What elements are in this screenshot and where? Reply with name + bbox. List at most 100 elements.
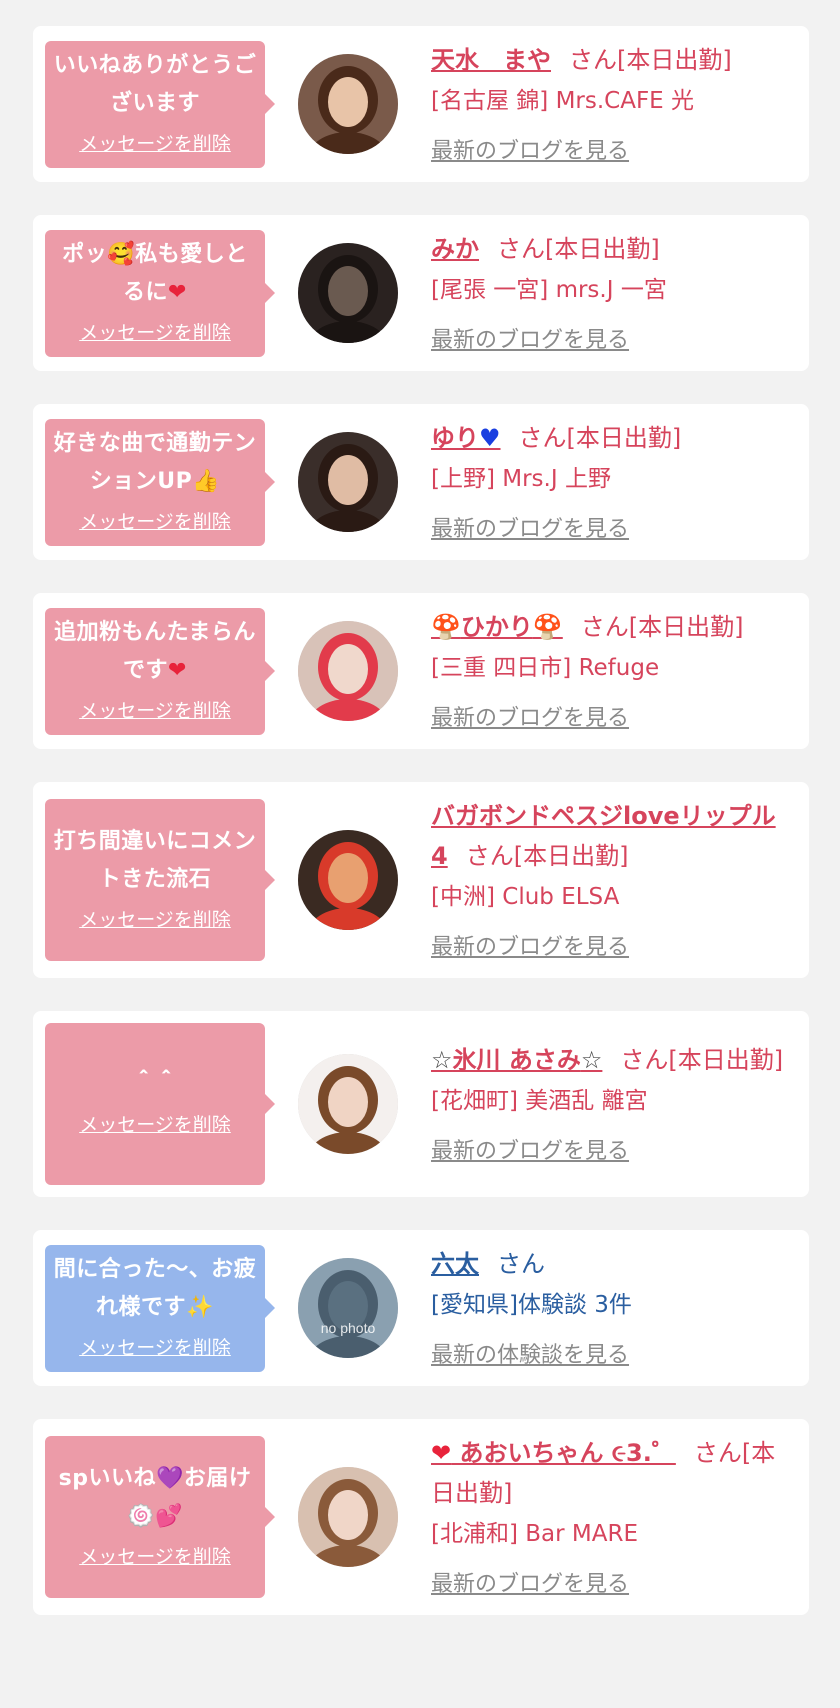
profile-name-link[interactable]: みか (431, 235, 479, 263)
delete-message-link[interactable]: メッセージを削除 (53, 1333, 257, 1360)
name-line: 六太 さん (431, 1244, 785, 1284)
message-text-segment: 打ち間違いにコメントきた流石 (53, 828, 257, 892)
message-card: 打ち間違いにコメントきた流石メッセージを削除 バガボンドペスジloveリップル4 さ… (33, 782, 809, 978)
emoji-icon: 🍄 (532, 613, 563, 641)
liked-list: いいねありがとうございます メッセージを削除 天水 まや さん[本日出勤] [名古屋 錦… (0, 0, 840, 1615)
attendance-status: さん[本日出勤] (580, 613, 744, 641)
avatar[interactable] (298, 1054, 398, 1154)
delete-message-link[interactable]: メッセージを削除 (53, 1542, 257, 1569)
attendance-status: さん[本日出勤] (518, 424, 682, 452)
shop-label: [花畑町] 美酒乱 離宮 (431, 1088, 648, 1114)
shop-label: [尾張 一宮] mrs.J 一宮 (431, 277, 667, 303)
emoji-icon: 💜 (155, 1465, 184, 1491)
delete-message-link[interactable]: メッセージを削除 (53, 318, 257, 345)
delete-message-link[interactable]: メッセージを削除 (53, 905, 257, 932)
emoji-icon: ✨ (186, 1294, 214, 1320)
message-text: ＾＾ (53, 1066, 257, 1104)
shop-label: [愛知県]体験談 3件 (431, 1292, 632, 1318)
profile-name-link[interactable]: 天水 まや (431, 46, 551, 74)
profile-name-segment: あおいちゃん ૯3.゜ (451, 1439, 676, 1467)
avatar[interactable] (298, 243, 398, 343)
profile-name-segment: ひかり (460, 613, 533, 641)
message-text: いいねありがとうございます (53, 47, 257, 123)
message-bubble: ポッ🥰私も愛しとるに❤ メッセージを削除 (45, 229, 275, 357)
profile-info: バガボンドペスジloveリップル4 さん[本日出勤] [中洲] Club ELSA 最… (431, 782, 809, 978)
shop-label: [三重 四日市] Refuge (431, 655, 660, 681)
delete-message-link[interactable]: メッセージを削除 (53, 129, 257, 156)
name-line: ❤ あおいちゃん ૯3.゜ さん[本日出勤] (431, 1433, 785, 1513)
message-text-segment: ＾＾ (132, 1071, 178, 1097)
delete-message-link[interactable]: メッセージを削除 (53, 507, 257, 534)
latest-blog-link[interactable]: 最新の体験談を見る (431, 1340, 785, 1372)
attendance-status: さん[本日出勤] (620, 1046, 784, 1074)
emoji-icon: ❤ (431, 1439, 452, 1467)
message-text: 間に合った〜、お疲れ様です✨ (53, 1251, 257, 1327)
emoji-icon: 👍 (192, 468, 221, 494)
avatar-image (298, 243, 398, 343)
profile-name-link[interactable]: ゆり♥ (431, 424, 501, 452)
profile-name-link[interactable]: 🍄ひかり🍄 (431, 613, 563, 641)
profile-name-segment: 六太 (431, 1250, 479, 1278)
emoji-icon: 🍥 (127, 1503, 155, 1529)
avatar-image (298, 432, 398, 532)
message-card: spいいね💜お届け 🍥💕 メッセージを削除 ❤ あおいちゃん ૯3.゜ さん[本日出勤]… (33, 1419, 809, 1615)
message-card: いいねありがとうございますメッセージを削除 天水 まや さん[本日出勤] [名古屋 錦… (33, 26, 809, 182)
name-line: バガボンドペスジloveリップル4 さん[本日出勤] (431, 796, 785, 876)
avatar[interactable] (298, 830, 398, 930)
avatar[interactable] (298, 432, 398, 532)
avatar[interactable]: no photo (298, 1258, 398, 1358)
profile-name-link[interactable]: ☆氷川 あさみ☆ (431, 1046, 602, 1074)
message-text-segment: お届け (183, 1465, 252, 1491)
no-photo-label: no photo (320, 1320, 376, 1336)
profile-name-link[interactable]: 六太 (431, 1250, 479, 1278)
profile-info: みか さん[本日出勤] [尾張 一宮] mrs.J 一宮 最新のブログを見る (431, 215, 809, 371)
latest-blog-link[interactable]: 最新のブログを見る (431, 1136, 785, 1168)
profile-info: 六太 さん [愛知県]体験談 3件最新の体験談を見る (431, 1230, 809, 1386)
message-bubble: いいねありがとうございますメッセージを削除 (45, 40, 275, 168)
profile-info: 🍄ひかり🍄 さん[本日出勤] [三重 四日市] Refuge 最新のブログを見る (431, 593, 809, 749)
delete-message-link[interactable]: メッセージを削除 (53, 1110, 257, 1137)
attendance-status: さん (497, 1250, 545, 1278)
avatar-image (298, 1467, 398, 1567)
avatar[interactable] (298, 54, 398, 154)
message-card: 間に合った〜、お疲れ様です✨ メッセージを削除 no photo 六太 さん [愛知県]体… (33, 1230, 809, 1386)
avatar-image (298, 1054, 398, 1154)
profile-info: 天水 まや さん[本日出勤] [名古屋 錦] Mrs.CAFE 光最新のブログを見る (431, 26, 809, 182)
latest-blog-link[interactable]: 最新のブログを見る (431, 1569, 785, 1601)
message-bubble: 間に合った〜、お疲れ様です✨ メッセージを削除 (45, 1244, 275, 1372)
emoji-icon: 💕 (155, 1503, 183, 1529)
emoji-icon: ☆ (431, 1046, 453, 1074)
latest-blog-link[interactable]: 最新のブログを見る (431, 325, 785, 357)
emoji-icon: ❤ (168, 657, 187, 683)
profile-name-segment: 天水 まや (431, 46, 551, 74)
avatar-image (298, 54, 398, 154)
attendance-status: さん[本日出勤] (569, 46, 732, 74)
latest-blog-link[interactable]: 最新のブログを見る (431, 932, 785, 964)
name-line: 天水 まや さん[本日出勤] (431, 40, 785, 80)
profile-name-link[interactable]: ❤ あおいちゃん ૯3.゜ (431, 1439, 676, 1467)
message-card: 追加粉もんたまらんです❤ メッセージを削除 🍄ひかり🍄 さん[本日出勤] [三重 四日市… (33, 593, 809, 749)
avatar[interactable] (298, 621, 398, 721)
profile-name-segment: みか (431, 235, 479, 263)
message-text: 追加粉もんたまらんです❤ (53, 614, 257, 690)
latest-blog-link[interactable]: 最新のブログを見る (431, 514, 785, 546)
emoji-icon: ☆ (580, 1046, 603, 1074)
shop-label: [上野] Mrs.J 上野 (431, 466, 611, 492)
message-text-segment: 間に合った〜、お疲れ様です (53, 1256, 257, 1320)
message-card: ポッ🥰私も愛しとるに❤ メッセージを削除 みか さん[本日出勤] [尾張 一宮] mrs… (33, 215, 809, 371)
message-text-segment: spいいね (58, 1465, 156, 1491)
profile-name-segment: ゆり (431, 424, 479, 452)
emoji-icon: ♥ (479, 424, 501, 452)
latest-blog-link[interactable]: 最新のブログを見る (431, 136, 785, 168)
message-text: 打ち間違いにコメントきた流石 (53, 823, 257, 899)
emoji-icon: ❤ (168, 279, 187, 305)
message-text: 好きな曲で通勤テンションUP👍 (53, 425, 257, 501)
message-bubble: spいいね💜お届け 🍥💕 メッセージを削除 (45, 1436, 275, 1598)
shop-label: [名古屋 錦] Mrs.CAFE 光 (431, 88, 695, 114)
avatar[interactable] (298, 1467, 398, 1567)
message-text-segment: いいねありがとうございます (53, 52, 257, 116)
message-text: spいいね💜お届け 🍥💕 (53, 1460, 257, 1536)
message-bubble: 追加粉もんたまらんです❤ メッセージを削除 (45, 607, 275, 735)
delete-message-link[interactable]: メッセージを削除 (53, 696, 257, 723)
latest-blog-link[interactable]: 最新のブログを見る (431, 703, 785, 735)
